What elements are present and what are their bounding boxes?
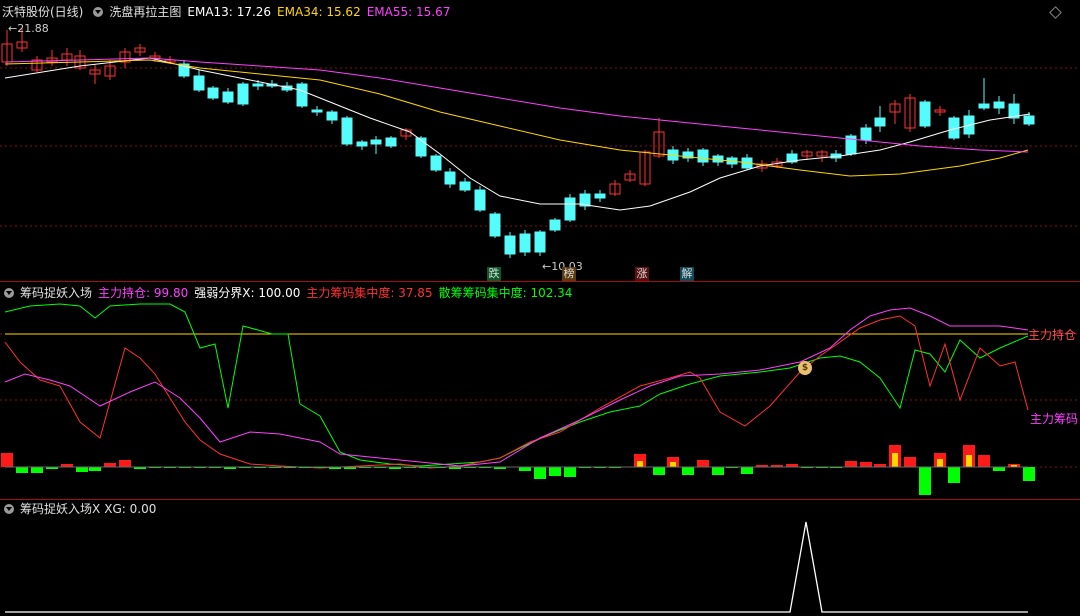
candle-body-58 — [860, 127, 872, 141]
high-price-label: ←21.88 — [8, 22, 49, 35]
chip-bar-44 — [682, 467, 694, 475]
candle-body-23 — [341, 117, 353, 145]
candlestick-chart[interactable] — [0, 0, 1080, 282]
chip-bar-37 — [564, 467, 576, 477]
candle-body-32 — [474, 189, 486, 211]
candle-body-59 — [874, 117, 886, 127]
main-holding-line — [4, 307, 1029, 467]
sub1-chart[interactable]: 主力持仓 主力筹码 $ — [0, 282, 1080, 500]
xg-signal-chart[interactable] — [0, 500, 1080, 616]
right-label-main-holding: 主力持仓 — [1028, 328, 1077, 342]
main-concentration-line — [4, 315, 1029, 469]
candle-body-16 — [237, 83, 249, 105]
candle-body-28 — [415, 137, 427, 157]
chip-indicator-chart[interactable] — [0, 282, 1080, 500]
money-bag-icon: $ — [798, 361, 812, 375]
chip-bar-highlight-4 — [670, 462, 676, 467]
chip-bar-64 — [978, 455, 990, 467]
candle-body-47 — [697, 149, 709, 163]
chip-bar-5 — [76, 467, 88, 472]
candle-body-17 — [252, 83, 264, 87]
ema13-line — [4, 57, 1031, 211]
candle-body-67 — [993, 101, 1005, 109]
main-chart[interactable]: ←21.88 ←10.03 跌 榜 涨 解 — [0, 0, 1080, 282]
candle-body-22 — [326, 111, 338, 121]
chip-bar-35 — [534, 467, 546, 479]
signal-label-bang: 榜 — [562, 267, 576, 281]
chip-bar-2 — [31, 467, 43, 473]
chip-bar-55 — [845, 461, 857, 467]
chip-bar-highlight-1 — [937, 459, 943, 467]
candle-body-37 — [549, 219, 561, 231]
chip-bar-36 — [549, 467, 561, 476]
candle-body-30 — [444, 171, 456, 185]
chip-bar-42 — [653, 467, 665, 475]
candle-body-35 — [519, 233, 531, 253]
chip-bar-59 — [904, 457, 916, 467]
chip-bar-8 — [119, 460, 131, 467]
candle-body-13 — [193, 75, 205, 91]
candle-body-24 — [356, 141, 368, 147]
chip-bar-6 — [89, 467, 101, 471]
candle-body-20 — [296, 83, 308, 107]
candle-body-40 — [594, 193, 606, 199]
candle-body-34 — [504, 235, 516, 255]
sub2-chart[interactable] — [0, 500, 1080, 616]
candle-body-25 — [370, 139, 382, 145]
signal-label-zhang: 涨 — [635, 267, 649, 281]
candle-body-29 — [430, 155, 442, 171]
chip-bar-1 — [16, 467, 28, 473]
chip-bar-48 — [741, 467, 753, 474]
chip-bar-34 — [519, 467, 531, 471]
candle-body-26 — [385, 137, 397, 147]
candle-body-62 — [919, 101, 931, 127]
candle-body-31 — [459, 181, 471, 191]
right-label-main-chips: 主力筹码 — [1030, 412, 1079, 426]
chip-bar-highlight-0 — [892, 453, 898, 467]
candle-body-15 — [222, 91, 234, 103]
ema55-line — [4, 57, 1029, 153]
candle-body-66 — [978, 103, 990, 109]
signal-label-die: 跌 — [487, 267, 501, 281]
chip-bar-65 — [993, 467, 1005, 471]
chip-bar-highlight-2 — [966, 455, 972, 467]
chip-bar-46 — [712, 467, 724, 475]
chip-bar-45 — [697, 460, 709, 467]
retail-concentration-line — [4, 303, 1029, 467]
chip-bar-0 — [1, 453, 13, 467]
chip-bar-67 — [1023, 467, 1035, 481]
chip-bar-62 — [948, 467, 960, 483]
candle-body-36 — [534, 231, 546, 253]
candle-body-38 — [564, 197, 576, 221]
chip-bar-highlight-5 — [637, 461, 643, 467]
chip-bar-60 — [919, 467, 931, 495]
candle-body-21 — [311, 109, 323, 113]
xg-signal-line — [5, 521, 1028, 613]
signal-label-jie: 解 — [680, 267, 694, 281]
candle-body-33 — [489, 213, 501, 237]
candle-body-14 — [207, 87, 219, 99]
candle-body-69 — [1023, 115, 1035, 125]
chip-bar-56 — [860, 462, 872, 467]
chip-bar-7 — [104, 463, 116, 467]
